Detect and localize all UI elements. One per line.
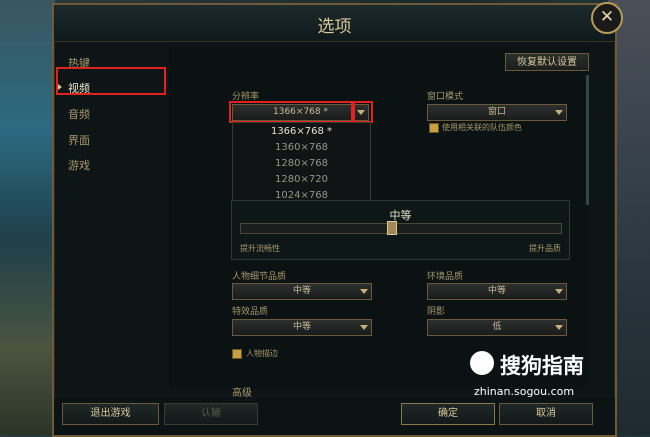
environment-quality-value: 中等 <box>487 286 506 296</box>
shadows-value: 低 <box>492 322 502 332</box>
chevron-down-icon <box>555 325 563 330</box>
sidebar-item-interface[interactable]: 界面 <box>68 132 90 148</box>
quality-slider-handle[interactable] <box>387 221 397 235</box>
chevron-down-icon <box>555 110 563 115</box>
sidebar: 热键 视频 音频 界面 游戏 <box>54 41 166 401</box>
dropdown-arrow-highlight-box <box>353 101 373 123</box>
sidebar-item-audio[interactable]: 音频 <box>68 106 90 122</box>
video-highlight-box <box>56 67 166 95</box>
watermark-url: zhinan.sogou.com <box>474 385 575 398</box>
team-color-checkbox[interactable] <box>429 123 439 133</box>
window-mode-value: 窗口 <box>487 107 506 117</box>
environment-quality-label: 环境品质 <box>427 272 464 282</box>
advanced-section-label: 高级 <box>232 388 252 399</box>
quality-slider-track[interactable] <box>240 223 562 234</box>
window-mode-dropdown[interactable]: 窗口 <box>427 104 567 121</box>
sidebar-item-game[interactable]: 游戏 <box>68 157 90 173</box>
resolution-option[interactable]: 1280×768 <box>233 158 370 169</box>
smoothness-label: 提升流畅性 <box>240 244 280 253</box>
sogou-logo-icon <box>470 351 494 375</box>
environment-quality-dropdown[interactable]: 中等 <box>427 283 567 300</box>
shadows-dropdown[interactable]: 低 <box>427 319 567 336</box>
character-quality-value: 中等 <box>292 286 311 296</box>
dialog-title: 选项 <box>317 17 352 37</box>
video-settings-panel: 恢复默认设置 分辨率 1366×768 * 1366×768 * 1360×76… <box>169 47 589 399</box>
effects-quality-value: 中等 <box>292 322 311 332</box>
close-icon: ✕ <box>599 7 615 27</box>
outline-label: 人物描边 <box>246 349 278 358</box>
chevron-down-icon <box>360 289 368 294</box>
background-left <box>0 0 55 435</box>
restore-defaults-button[interactable]: 恢复默认设置 <box>505 53 589 71</box>
team-color-label: 使用相关联的队伍颜色 <box>442 123 522 132</box>
resolution-option[interactable]: 1366×768 * <box>233 126 370 137</box>
cancel-button[interactable]: 取消 <box>499 403 593 425</box>
effects-quality-dropdown[interactable]: 中等 <box>232 319 372 336</box>
close-button[interactable]: ✕ <box>591 2 623 34</box>
resolution-options-list: 1366×768 * 1360×768 1280×768 1280×720 10… <box>232 122 371 205</box>
chevron-down-icon <box>555 289 563 294</box>
resolution-option[interactable]: 1280×720 <box>233 174 370 185</box>
resolution-option[interactable]: 1360×768 <box>233 142 370 153</box>
ok-button[interactable]: 确定 <box>401 403 495 425</box>
shadows-label: 阴影 <box>427 307 446 317</box>
watermark-text: 搜狗指南 <box>500 354 584 378</box>
surrender-button[interactable]: 认输 <box>164 403 258 425</box>
character-quality-dropdown[interactable]: 中等 <box>232 283 372 300</box>
character-quality-label: 人物细节品质 <box>232 272 287 282</box>
graphics-quality-panel: 中等 提升流畅性 提升品质 <box>231 200 570 260</box>
resolution-highlight-box <box>229 101 353 123</box>
quality-label: 提升品质 <box>529 244 561 253</box>
effects-quality-label: 特效品质 <box>232 307 269 317</box>
scrollbar[interactable] <box>586 75 589 205</box>
outline-checkbox[interactable] <box>232 349 242 359</box>
chevron-down-icon <box>360 325 368 330</box>
exit-game-button[interactable]: 退出游戏 <box>62 403 159 425</box>
title-bar: 选项 <box>54 5 615 42</box>
window-mode-label: 窗口模式 <box>427 92 464 102</box>
quality-level-label: 中等 <box>389 209 412 222</box>
